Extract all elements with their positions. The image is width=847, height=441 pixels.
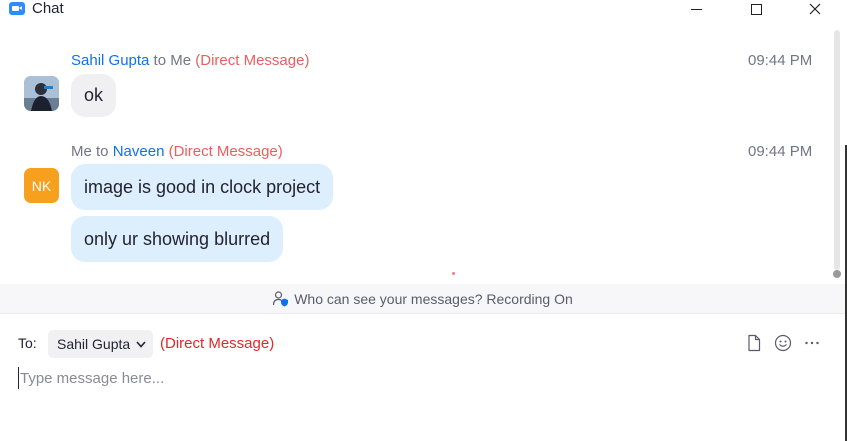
direct-message-tag: (Direct Message)	[195, 52, 310, 69]
emoji-button[interactable]	[773, 333, 793, 353]
avatar[interactable]	[24, 76, 59, 111]
message-bubble[interactable]: only ur showing blurred	[71, 216, 284, 262]
recipient-name: Me	[170, 52, 192, 69]
sender-name: Me	[71, 143, 92, 160]
scrollbar-handle[interactable]	[833, 270, 841, 278]
zoom-app-icon	[9, 2, 25, 15]
privacy-notice-bar[interactable]: Who can see your messages? Recording On	[0, 284, 845, 314]
file-button[interactable]	[744, 333, 764, 353]
user-shield-icon	[273, 291, 289, 307]
direct-message-tag: (Direct Message)	[168, 143, 283, 160]
minimize-icon	[690, 8, 702, 10]
to-label: To:	[18, 335, 37, 351]
message-bubble[interactable]: image is good in clock project	[71, 164, 334, 210]
avatar[interactable]: NK	[24, 168, 59, 203]
avatar-photo-icon	[24, 76, 59, 111]
connector-text: to	[149, 52, 171, 69]
title-bar: Chat	[0, 0, 847, 18]
close-icon	[809, 3, 821, 15]
sender-name[interactable]: Sahil Gupta	[71, 52, 149, 69]
recipient-name[interactable]: Naveen	[113, 143, 165, 160]
direct-message-tag: (Direct Message)	[160, 335, 275, 352]
recipient-dropdown-label: Sahil Gupta	[57, 336, 131, 352]
message-time: 09:44 PM	[748, 143, 813, 160]
emoji-icon	[774, 334, 792, 352]
recipient-dropdown[interactable]: Sahil Gupta	[48, 330, 153, 358]
chevron-down-icon	[136, 340, 146, 348]
privacy-notice-text: Who can see your messages? Recording On	[294, 290, 573, 307]
maximize-button[interactable]	[733, 0, 779, 18]
more-options-button[interactable]	[802, 333, 822, 353]
message-header: Me to Naveen (Direct Message)	[71, 143, 283, 160]
message-input[interactable]	[18, 367, 818, 389]
scrollbar-thumb[interactable]	[834, 30, 840, 270]
chat-scrollbar[interactable]	[832, 30, 842, 280]
message-time: 09:44 PM	[748, 52, 813, 69]
minimize-button[interactable]	[673, 0, 719, 18]
window-title: Chat	[32, 0, 64, 17]
maximize-icon	[750, 3, 762, 15]
message-bubble[interactable]: ok	[71, 74, 117, 117]
more-icon	[805, 341, 819, 345]
file-icon	[748, 334, 761, 352]
connector-text: to	[91, 143, 113, 160]
close-button[interactable]	[792, 0, 838, 18]
new-message-indicator	[452, 272, 455, 275]
message-header: Sahil Gupta to Me (Direct Message)	[71, 52, 309, 69]
